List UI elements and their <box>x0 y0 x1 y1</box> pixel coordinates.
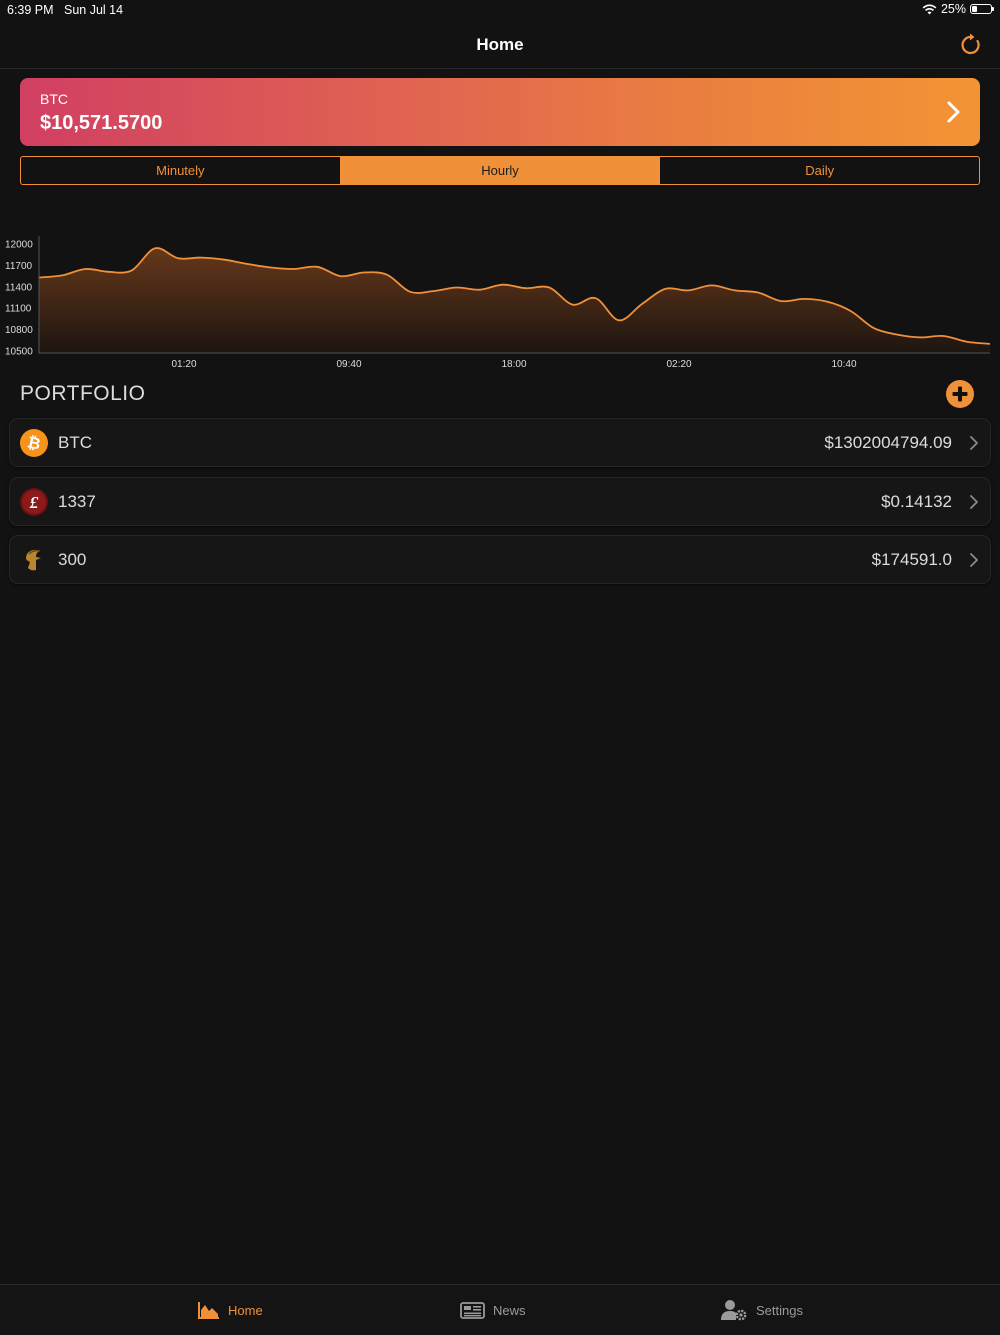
segment-hourly[interactable]: Hourly <box>339 157 660 184</box>
segment-minutely[interactable]: Minutely <box>21 157 340 184</box>
newspaper-icon <box>460 1301 485 1319</box>
x-tick-label: 02:20 <box>666 359 691 370</box>
portfolio-row-btc[interactable]: ₿ BTC $1302004794.09 <box>9 418 991 467</box>
battery-percent: 25% <box>940 2 966 16</box>
x-tick-label: 01:20 <box>171 359 196 370</box>
status-time: 6:39 PM <box>7 3 54 17</box>
y-tick-label: 11400 <box>5 282 33 293</box>
chevron-right-icon <box>970 495 978 509</box>
coin-amount: BTC <box>58 433 92 452</box>
tab-settings-label: Settings <box>756 1302 803 1318</box>
coin-amount: 300 <box>58 550 87 569</box>
tab-news-label: News <box>493 1302 526 1318</box>
portfolio-title: PORTFOLIO <box>20 382 146 405</box>
btc-price-card[interactable]: BTC $10,571.5700 <box>20 78 980 146</box>
price-symbol: BTC <box>40 91 68 107</box>
x-tick-label: 09:40 <box>336 359 361 370</box>
chart-area-fill <box>39 248 990 353</box>
interval-segmented-control: Minutely Hourly Daily <box>20 156 980 185</box>
tab-settings[interactable]: Settings <box>721 1285 803 1335</box>
segment-daily[interactable]: Daily <box>659 157 979 184</box>
battery-icon <box>970 4 994 14</box>
status-bar: 6:39 PM Sun Jul 14 25% <box>0 0 1000 20</box>
coin-value: $0.14132 <box>881 492 952 511</box>
x-tick-label: 18:00 <box>501 359 526 370</box>
add-icon[interactable] <box>946 380 974 408</box>
x-tick-label: 10:40 <box>831 359 856 370</box>
tab-home[interactable]: Home <box>198 1285 263 1335</box>
chart-area-icon <box>198 1302 219 1319</box>
y-tick-label: 11100 <box>5 304 32 315</box>
svg-text:£: £ <box>29 493 39 512</box>
y-tick-label: 10800 <box>5 325 33 336</box>
y-tick-label: 10500 <box>5 347 33 358</box>
coin-value: $174591.0 <box>871 550 952 569</box>
coin-value: $1302004794.09 <box>824 433 952 452</box>
user-settings-icon <box>721 1300 747 1321</box>
spartan-helmet-icon <box>26 549 41 571</box>
y-tick-label: 11700 <box>5 261 33 272</box>
elite-coin-icon: £ <box>20 488 48 516</box>
price-chart: 12000 11700 11400 11100 10800 10500 01:20 09:40… <box>5 236 991 370</box>
refresh-icon[interactable] <box>958 32 984 58</box>
navigation-bar: Home <box>0 20 1000 69</box>
tab-home-label: Home <box>228 1302 263 1318</box>
bitcoin-icon: ₿ <box>20 429 48 457</box>
chevron-right-icon <box>947 101 960 123</box>
status-date: Sun Jul 14 <box>64 3 124 17</box>
page-title: Home <box>476 35 524 54</box>
tab-news[interactable]: News <box>460 1285 526 1335</box>
price-value: $10,571.5700 <box>40 112 163 134</box>
portfolio-row-300[interactable]: 300 $174591.0 <box>9 535 991 584</box>
y-tick-label: 12000 <box>5 240 33 251</box>
status-right: 25% <box>922 2 994 16</box>
portfolio-row-1337[interactable]: £ 1337 $0.14132 <box>9 477 991 526</box>
chevron-right-icon <box>970 436 978 450</box>
chevron-right-icon <box>970 553 978 567</box>
wifi-icon <box>922 4 937 14</box>
coin-amount: 1337 <box>58 492 96 511</box>
tab-bar: Home News Settings <box>0 1284 1000 1335</box>
